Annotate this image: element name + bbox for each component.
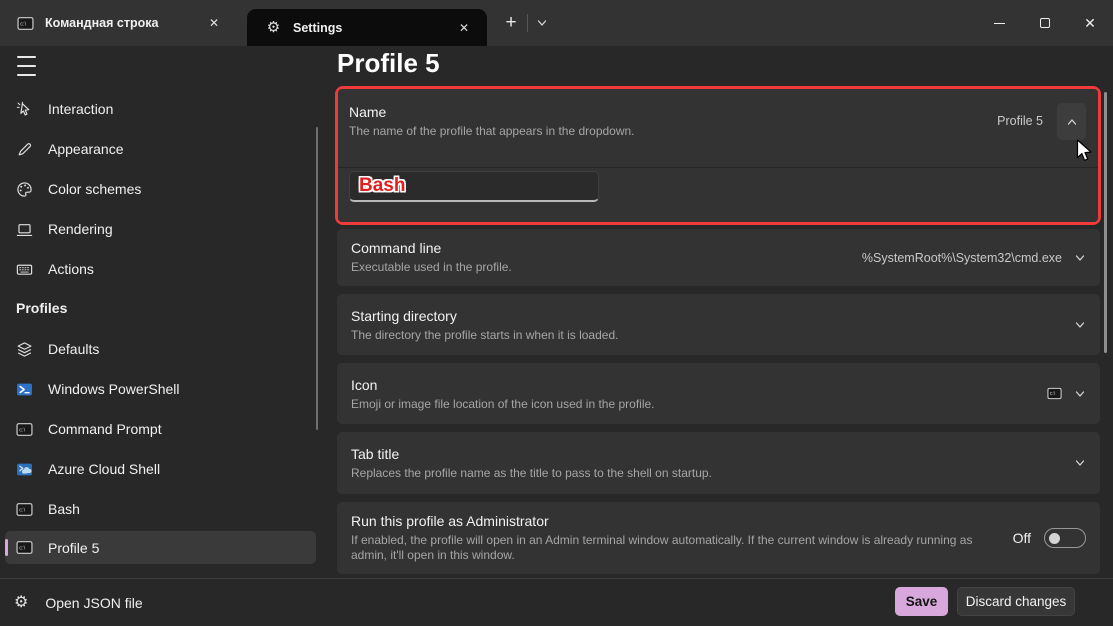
sidebar-item-windows-powershell[interactable]: Windows PowerShell [0, 369, 316, 409]
tab-dropdown-button[interactable] [531, 12, 553, 34]
setting-description: The directory the profile starts in when… [351, 328, 1086, 343]
close-tab-icon[interactable]: ✕ [455, 19, 473, 37]
sidebar-item-label: Profile 5 [48, 540, 99, 556]
setting-description: The name of the profile that appears in … [349, 124, 635, 139]
setting-description: Replaces the profile name as the title t… [351, 466, 1086, 481]
azure-icon [16, 461, 33, 478]
new-tab-button[interactable]: + [497, 9, 525, 37]
setting-description: Emoji or image file location of the icon… [351, 397, 1086, 412]
open-json-label: Open JSON file [45, 595, 142, 611]
sidebar-item-actions[interactable]: Actions [0, 249, 316, 289]
hamburger-menu-button[interactable] [13, 53, 49, 79]
sidebar-item-appearance[interactable]: Appearance [0, 129, 316, 169]
cmd-icon [1047, 386, 1062, 401]
sidebar-item-label: Rendering [48, 221, 113, 237]
terminal-settings-window: Командная строка ✕ ⚙ Settings ✕ + ✕ Inte… [0, 0, 1113, 626]
sidebar-item-bash[interactable]: Bash [0, 489, 316, 529]
setting-row-tab-title[interactable]: Tab title Replaces the profile name as t… [337, 432, 1100, 494]
annotation-highlight-box: Name The name of the profile that appear… [335, 86, 1101, 225]
tabbar-divider [527, 14, 528, 32]
sidebar-item-rendering[interactable]: Rendering [0, 209, 316, 249]
footer-bar: ⚙ Open JSON file Save Discard changes [0, 578, 1113, 626]
tab-label: Settings [293, 21, 342, 35]
sidebar-item-command-prompt[interactable]: Command Prompt [0, 409, 316, 449]
powershell-icon [16, 381, 33, 398]
close-window-button[interactable]: ✕ [1067, 0, 1113, 46]
setting-row-command-line[interactable]: Command line Executable used in the prof… [337, 229, 1100, 286]
title-bar: Командная строка ✕ ⚙ Settings ✕ + ✕ [0, 0, 1113, 46]
setting-title: Starting directory [351, 308, 1086, 324]
cmd-icon [17, 15, 34, 32]
minimize-button[interactable] [976, 0, 1022, 46]
sidebar-item-label: Windows PowerShell [48, 381, 180, 397]
setting-row-name[interactable]: Name The name of the profile that appear… [338, 89, 1098, 222]
sidebar-item-label: Azure Cloud Shell [48, 461, 160, 477]
layers-icon [16, 341, 33, 358]
gear-icon: ⚙ [14, 595, 28, 611]
profile-name-input[interactable]: Bash [349, 171, 599, 202]
collapse-expander-button[interactable] [1057, 103, 1086, 140]
toggle-knob [1049, 533, 1060, 544]
chevron-down-icon [536, 17, 548, 29]
chevron-down-icon [1074, 319, 1086, 331]
open-json-button[interactable]: ⚙ Open JSON file [14, 579, 143, 626]
sidebar-item-label: Appearance [48, 141, 124, 157]
sidebar-item-interaction[interactable]: Interaction [0, 89, 316, 129]
chevron-down-icon [1074, 388, 1086, 400]
cmd-icon [16, 539, 33, 556]
tab-label: Командная строка [45, 16, 158, 30]
sidebar-item-label: Defaults [48, 341, 99, 357]
mouse-cursor [1076, 139, 1093, 163]
sidebar-item-label: Actions [48, 261, 94, 277]
discard-changes-button[interactable]: Discard changes [957, 587, 1075, 616]
sidebar-scrollbar[interactable] [316, 127, 318, 430]
page-title: Profile 5 [337, 48, 440, 79]
divider [338, 167, 1098, 168]
actions-icon [16, 261, 33, 278]
content-scrollbar[interactable] [1104, 92, 1107, 353]
setting-title: Icon [351, 377, 1086, 393]
chevron-up-icon [1066, 116, 1078, 128]
setting-value: %SystemRoot%\System32\cmd.exe [862, 251, 1062, 265]
gear-icon: ⚙ [265, 19, 282, 36]
setting-row-run-as-admin[interactable]: Run this profile as Administrator If ena… [337, 502, 1100, 574]
cmd-icon [16, 421, 33, 438]
maximize-button[interactable] [1022, 0, 1068, 46]
chevron-down-icon [1074, 252, 1086, 264]
setting-value: Profile 5 [997, 103, 1043, 140]
sidebar-item-label: Color schemes [48, 181, 141, 197]
setting-row-starting-directory[interactable]: Starting directory The directory the pro… [337, 294, 1100, 355]
setting-title: Tab title [351, 446, 1086, 462]
close-tab-icon[interactable]: ✕ [205, 14, 223, 32]
tab-command-prompt[interactable]: Командная строка ✕ [0, 0, 237, 46]
sidebar-item-profile-5[interactable]: Profile 5 [5, 531, 316, 564]
setting-title: Run this profile as Administrator [351, 513, 1086, 529]
sidebar-item-color-schemes[interactable]: Color schemes [0, 169, 316, 209]
sidebar-item-defaults[interactable]: Defaults [0, 329, 316, 369]
toggle-state-label: Off [1013, 530, 1031, 546]
cmd-icon [16, 501, 33, 518]
sidebar-item-azure-cloud-shell[interactable]: Azure Cloud Shell [0, 449, 316, 489]
selection-accent-bar [5, 539, 8, 556]
rendering-icon [16, 221, 33, 238]
chevron-down-icon [1074, 457, 1086, 469]
save-button[interactable]: Save [895, 587, 948, 616]
sidebar-item-label: Bash [48, 501, 80, 517]
tab-settings[interactable]: ⚙ Settings ✕ [247, 9, 487, 46]
profiles-section-header: Profiles [16, 300, 67, 316]
setting-description: If enabled, the profile will open in an … [351, 533, 983, 563]
admin-toggle-switch[interactable] [1044, 528, 1086, 548]
sidebar-item-label: Command Prompt [48, 421, 162, 437]
setting-title: Name [349, 104, 635, 120]
palette-icon [16, 181, 33, 198]
setting-row-icon[interactable]: Icon Emoji or image file location of the… [337, 363, 1100, 424]
sidebar-item-label: Interaction [48, 101, 113, 117]
interaction-icon [16, 101, 33, 118]
appearance-icon [16, 141, 33, 158]
